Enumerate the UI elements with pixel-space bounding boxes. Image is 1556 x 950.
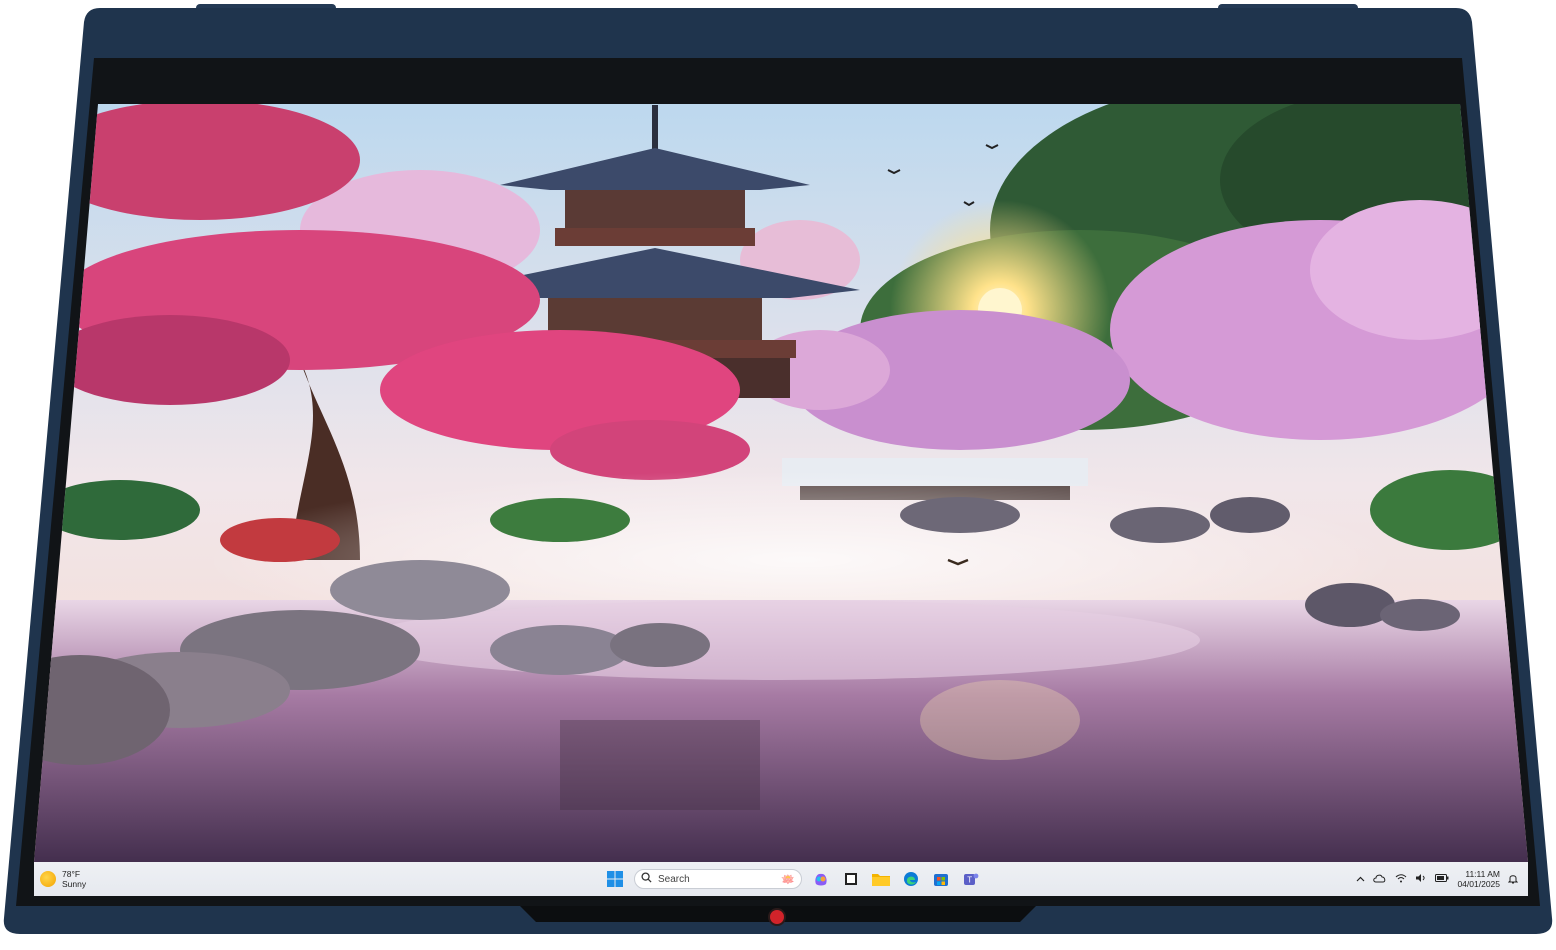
clock[interactable]: 11:11 AM 04/01/2025 xyxy=(1457,869,1500,889)
camera-icon xyxy=(770,910,784,924)
clock-date: 04/01/2025 xyxy=(1457,879,1500,889)
sun-icon xyxy=(40,871,56,887)
clock-time: 11:11 AM xyxy=(1465,869,1500,879)
battery-icon[interactable] xyxy=(1435,874,1449,884)
folder-icon[interactable] xyxy=(870,868,892,890)
chevron-up-icon[interactable] xyxy=(1356,874,1365,884)
windows-start-icon[interactable] xyxy=(604,868,626,890)
svg-text:T: T xyxy=(967,876,972,885)
bell-icon[interactable] xyxy=(1507,873,1519,886)
taskbar: 78°F Sunny Search 🪷 T 11:11 AM 04/01/202… xyxy=(34,862,1528,896)
weather-temp: 78°F xyxy=(62,869,81,879)
laptop-device: 78°F Sunny Search 🪷 T 11:11 AM 04/01/202… xyxy=(0,0,1556,950)
cloud-icon[interactable] xyxy=(1373,874,1387,885)
teams-icon[interactable]: T xyxy=(960,868,982,890)
desktop-wallpaper xyxy=(34,104,1528,862)
weather-condition: Sunny xyxy=(62,879,87,889)
store-icon[interactable] xyxy=(930,868,952,890)
weather-widget[interactable]: 78°F Sunny xyxy=(40,869,160,889)
search-box[interactable]: Search 🪷 xyxy=(634,869,802,889)
task-view-icon[interactable] xyxy=(840,868,862,890)
copilot-icon[interactable] xyxy=(810,868,832,890)
taskbar-center: Search 🪷 T xyxy=(604,862,982,896)
edge-icon[interactable] xyxy=(900,868,922,890)
system-tray: 11:11 AM 04/01/2025 xyxy=(1356,862,1519,896)
search-placeholder: Search xyxy=(658,873,690,885)
lotus-icon: 🪷 xyxy=(781,873,795,886)
volume-icon[interactable] xyxy=(1415,873,1427,885)
search-icon xyxy=(641,872,652,886)
wifi-icon[interactable] xyxy=(1395,873,1407,885)
